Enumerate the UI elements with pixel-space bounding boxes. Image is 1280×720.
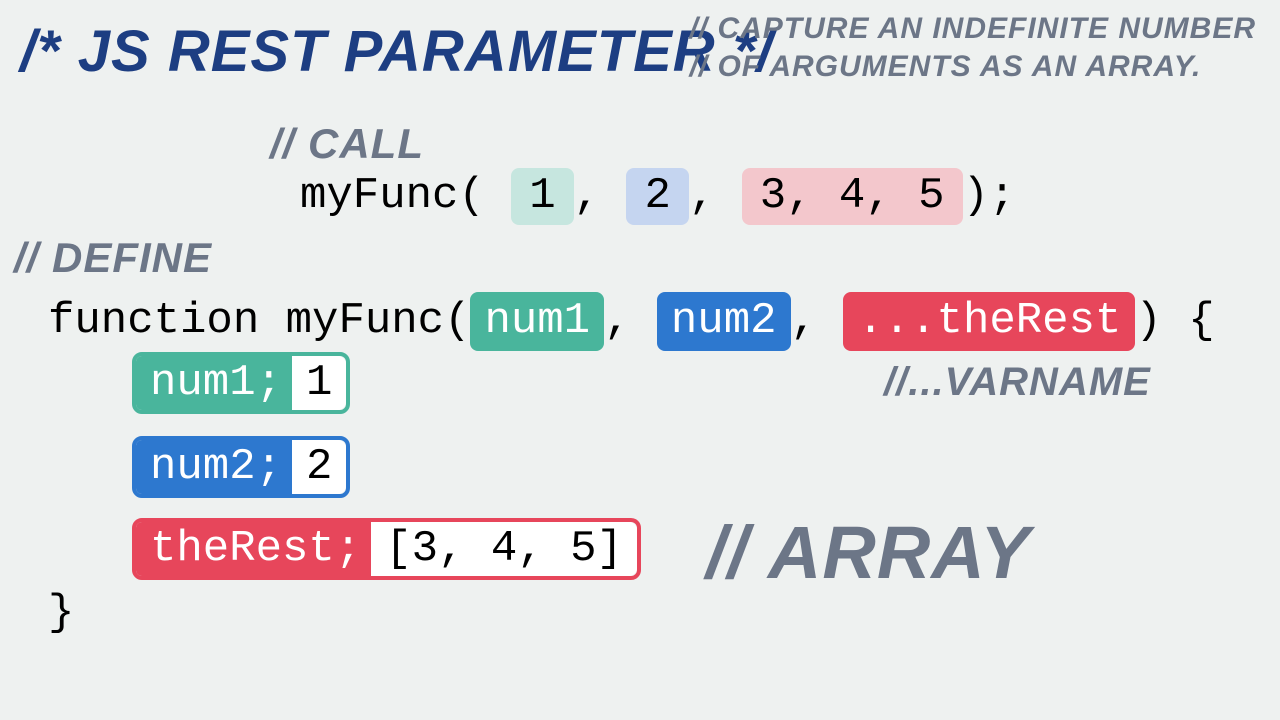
def-sep-1: , xyxy=(604,296,657,346)
function-definition: function myFunc(num1, num2, ...theRest) … xyxy=(48,292,1215,351)
comment-call: // CALL xyxy=(270,120,424,168)
call-sep-1: , xyxy=(574,171,627,221)
call-arg-rest: 3, 4, 5 xyxy=(742,168,963,225)
call-expression: myFunc( 1, 2, 3, 4, 5); xyxy=(300,168,1015,225)
subtitle-line-1: // CAPTURE AN INDEFINITE NUMBER xyxy=(689,10,1256,48)
value-num1: 1 xyxy=(292,356,346,410)
call-arg-2: 2 xyxy=(626,168,688,225)
page-title: /* JS REST PARAMETER */ xyxy=(20,18,774,85)
param-num2: num2 xyxy=(657,292,791,351)
def-keyword: function myFunc( xyxy=(48,296,470,346)
value-num2: 2 xyxy=(292,440,346,494)
value-label-num1: num1; xyxy=(136,356,292,410)
def-close: ) { xyxy=(1135,296,1214,346)
comment-define: // DEFINE xyxy=(14,234,212,282)
param-rest: ...theRest xyxy=(843,292,1135,351)
value-label-num2: num2; xyxy=(136,440,292,494)
value-rest: [3, 4, 5] xyxy=(371,522,637,576)
def-sep-2: , xyxy=(791,296,844,346)
call-sep-2: , xyxy=(689,171,742,221)
value-box-num2: num2; 2 xyxy=(132,436,350,498)
call-close: ); xyxy=(963,171,1016,221)
value-label-rest: theRest; xyxy=(136,522,371,576)
comment-varname: //...VARNAME xyxy=(884,360,1151,405)
value-box-num1: num1; 1 xyxy=(132,352,350,414)
subtitle: // CAPTURE AN INDEFINITE NUMBER // OF AR… xyxy=(689,10,1256,85)
call-func: myFunc( xyxy=(300,171,485,221)
param-num1: num1 xyxy=(470,292,604,351)
call-arg-1: 1 xyxy=(511,168,573,225)
subtitle-line-2: // OF ARGUMENTS AS AN ARRAY. xyxy=(689,48,1256,86)
function-close-brace: } xyxy=(48,588,74,638)
value-box-rest: theRest; [3, 4, 5] xyxy=(132,518,641,580)
comment-array: // ARRAY xyxy=(706,510,1031,595)
